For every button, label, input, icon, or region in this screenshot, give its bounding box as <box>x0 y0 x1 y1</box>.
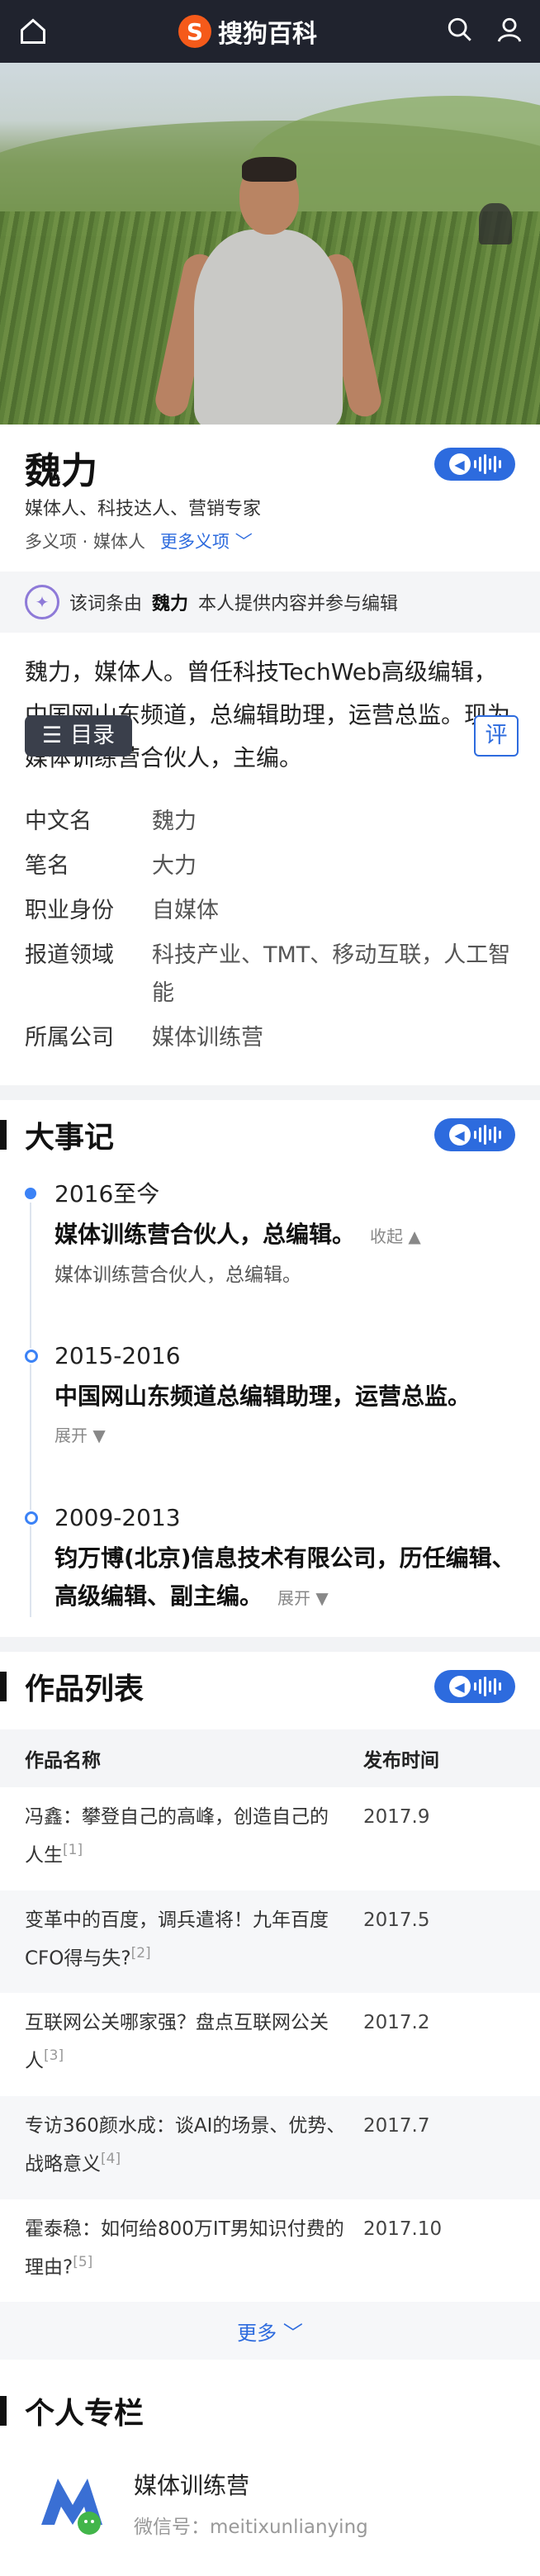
table-row[interactable]: 冯鑫：攀登自己的高峰，创造自己的人生[1] 2017.9 <box>0 1787 540 1890</box>
chevron-down-icon: ﹀ <box>234 532 253 552</box>
wechat-id: 微信号：meitixunlianying <box>134 2517 368 2539</box>
entry-title-row: 魏力 ◀ <box>0 425 540 492</box>
verified-badge-icon: ✦ <box>25 585 59 619</box>
contributor-notice: ✦ 该词条由 魏力 本人提供内容并参与编辑 <box>0 572 540 633</box>
events-section-title: 大事记 <box>25 1121 115 1155</box>
chevron-down-icon: ﹀ <box>282 2321 303 2345</box>
column-section-header: 个人专栏 <box>0 2376 540 2446</box>
works-section-title: 作品列表 <box>25 1672 144 1706</box>
events-timeline: 2016至今 媒体训练营合伙人，总编辑。 收起 ▲ 媒体训练营合伙人，总编辑。 2… <box>0 1169 540 1617</box>
header-actions <box>446 16 523 47</box>
page: S 搜狗百科 魏力 ◀ 媒体人、科技达人、营销专家 多义项 · 媒体人 更多义项… <box>0 0 540 2553</box>
timeline-dot <box>25 1188 36 1199</box>
contributor-name[interactable]: 魏力 <box>152 589 188 615</box>
top-nav-bar: S 搜狗百科 <box>0 0 540 63</box>
home-icon[interactable] <box>17 15 50 48</box>
works-table: 作品名称 发布时间 冯鑫：攀登自己的高峰，创造自己的人生[1] 2017.9 变… <box>0 1729 540 2360</box>
expand-toggle[interactable]: 展开 ▼ <box>54 1419 515 1452</box>
timeline-item: 2016至今 媒体训练营合伙人，总编辑。 收起 ▲ 媒体训练营合伙人，总编辑。 <box>25 1178 515 1348</box>
more-meanings-link[interactable]: 更多义项 ﹀ <box>160 529 253 553</box>
col-publish-time: 发布时间 <box>363 1729 540 1787</box>
citation-ref[interactable]: [5] <box>73 2254 92 2270</box>
table-row[interactable]: 变革中的百度，调兵遣将！九年百度CFO得与失?[2] 2017.5 <box>0 1890 540 1994</box>
infobox-row: 笔名 大力 <box>25 853 197 879</box>
citation-ref[interactable]: [3] <box>44 2047 64 2064</box>
user-icon[interactable] <box>495 16 523 47</box>
section-divider <box>0 1085 540 1100</box>
column-section-title: 个人专栏 <box>25 2397 144 2431</box>
table-header-row: 作品名称 发布时间 <box>0 1729 540 1787</box>
column-name: 媒体训练营 <box>134 2472 250 2500</box>
timeline-item: 2015-2016 中国网山东频道总编辑助理，运营总监。 展开 ▼ <box>25 1340 515 1510</box>
works-section-header: 作品列表 ◀ <box>0 1652 540 1721</box>
infobox-row: 职业身份 自媒体 <box>25 898 219 923</box>
citation-ref[interactable]: [2] <box>131 1945 151 1962</box>
timeline-dot <box>25 1350 38 1363</box>
portrait-person <box>152 154 385 425</box>
review-button[interactable]: 评 <box>474 715 519 757</box>
pronounce-button[interactable]: ◀ <box>434 448 515 481</box>
works-pronounce-button[interactable]: ◀ <box>434 1670 515 1703</box>
speaker-icon: ◀ <box>448 1124 471 1146</box>
summary-section: 魏力，媒体人。曾任科技TechWeb高级编辑，中国网山东频道，总编辑助理，运营总… <box>0 633 540 780</box>
section-divider <box>0 1637 540 1652</box>
speaker-icon: ◀ <box>448 453 471 475</box>
infobox-row: 中文名 魏力 <box>25 809 197 834</box>
hero-photo <box>0 63 540 425</box>
timeline-item: 2009-2013 钧万博(北京)信息技术有限公司，历任编辑、高级编辑、副主编。… <box>25 1501 515 1617</box>
events-pronounce-button[interactable]: ◀ <box>434 1118 515 1151</box>
sound-wave-icon <box>473 1677 501 1696</box>
collapse-toggle[interactable]: 收起 ▲ <box>370 1226 421 1246</box>
table-row[interactable]: 霍泰稳：如何给800万IT男知识付费的理由?[5] 2017.10 <box>0 2199 540 2303</box>
menu-icon: ☰ <box>41 723 63 748</box>
toc-button[interactable]: ☰ 目录 <box>25 715 132 757</box>
infobox-row: 报道领域 科技产业、TMT、移动互联，人工智能 <box>25 942 511 1006</box>
logo-mark: S <box>178 15 211 48</box>
sound-wave-icon <box>473 454 501 474</box>
speaker-icon: ◀ <box>448 1676 471 1697</box>
citation-ref[interactable]: [4] <box>101 2151 121 2167</box>
meaning-label: 多义项 · 媒体人 <box>25 532 146 552</box>
events-section-header: 大事记 ◀ <box>0 1100 540 1169</box>
expand-toggle[interactable]: 展开 ▼ <box>277 1588 329 1608</box>
sound-wave-icon <box>473 1125 501 1145</box>
background-rider <box>479 203 512 244</box>
infobox: 中文名 魏力 笔名 大力 职业身份 自媒体 报道领域 科技产业、TMT、移动互联，人工智… <box>0 780 540 1057</box>
logo-text: 搜狗百科 <box>218 20 317 49</box>
col-work-name: 作品名称 <box>0 1729 363 1787</box>
entry-title: 魏力 <box>25 450 97 492</box>
infobox-row: 所属公司 媒体训练营 <box>25 1025 263 1051</box>
citation-ref[interactable]: [1] <box>63 1842 83 1858</box>
column-card[interactable]: 媒体训练营 微信号：meitixunlianying <box>0 2446 540 2553</box>
table-row[interactable]: 专访360颜水成：谈AI的场景、优势、战略意义[4] 2017.7 <box>0 2095 540 2199</box>
search-icon[interactable] <box>446 16 474 47</box>
sogou-baike-logo[interactable]: S 搜狗百科 <box>178 13 317 50</box>
timeline-dot <box>25 1511 38 1525</box>
more-works-button[interactable]: 更多 ﹀ <box>0 2302 540 2360</box>
meaning-row: 多义项 · 媒体人 更多义项 ﹀ <box>0 520 540 555</box>
table-row[interactable]: 互联网公关哪家强？盘点互联网公关人[3] 2017.2 <box>0 1993 540 2096</box>
column-avatar <box>36 2467 109 2540</box>
